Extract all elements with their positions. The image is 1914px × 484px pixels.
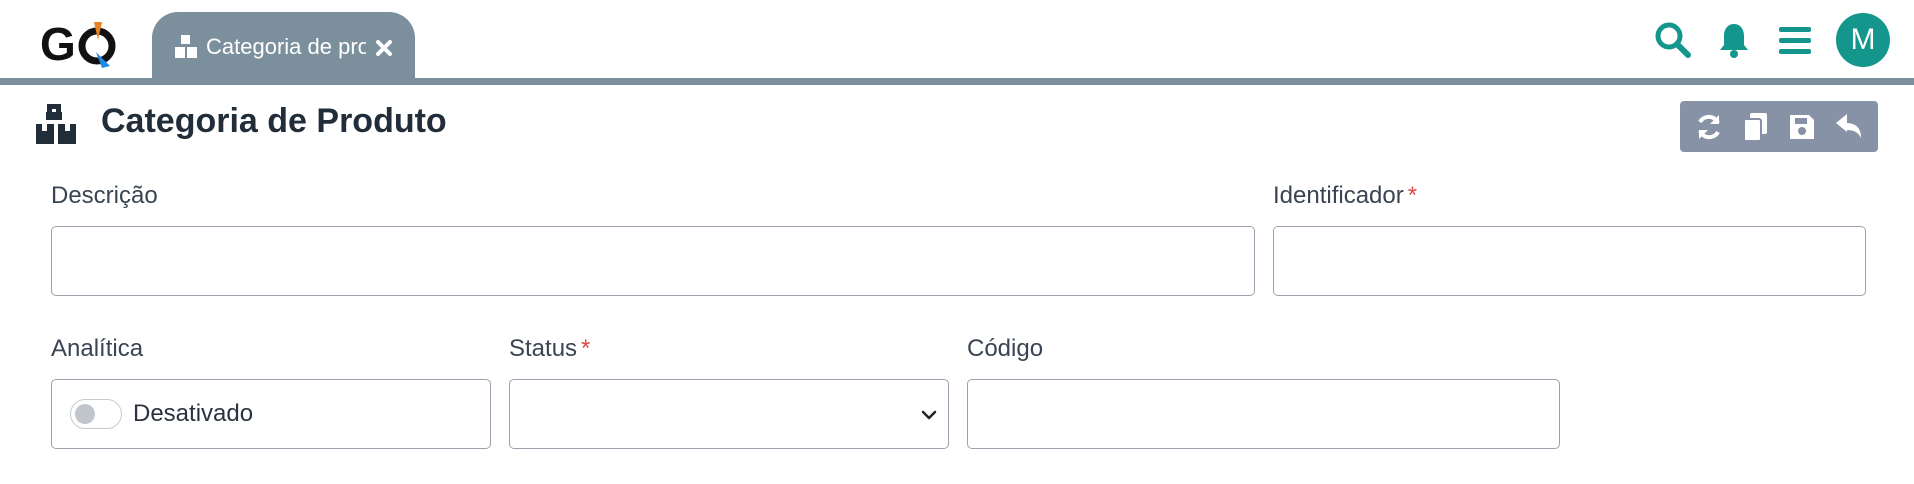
boxes-icon [36,104,78,144]
status-label: Status * [509,335,591,362]
page-title: Categoria de Produto [101,102,447,140]
search-icon[interactable] [1653,20,1693,60]
analitica-field: Desativado [51,379,491,449]
close-icon[interactable] [372,36,396,60]
undo-icon[interactable] [1829,107,1869,147]
svg-text:G: G [40,18,76,70]
top-bar: G Categoria de produto M [0,0,1914,82]
descricao-field[interactable] [51,226,1255,296]
go-logo[interactable]: G [40,16,130,72]
required-mark: * [1407,182,1418,209]
identificador-field[interactable] [1273,226,1866,296]
identificador-label: Identificador * [1273,182,1418,209]
menu-icon[interactable] [1775,20,1815,60]
tab-categoria-produto[interactable]: Categoria de produto [152,12,415,82]
analitica-toggle[interactable] [70,399,122,429]
codigo-input[interactable] [968,380,1559,448]
refresh-icon[interactable] [1689,107,1729,147]
codigo-label: Código [967,335,1044,362]
avatar[interactable]: M [1836,13,1890,67]
analitica-toggle-label: Desativado [133,400,254,427]
analitica-label: Analítica [51,335,144,362]
descricao-label: Descrição [51,182,158,209]
boxes-icon [174,34,200,60]
codigo-field[interactable] [967,379,1560,449]
chevron-down-icon [920,406,938,424]
status-select[interactable] [509,379,949,449]
copy-icon[interactable] [1736,107,1776,147]
bell-icon[interactable] [1714,20,1754,60]
save-icon[interactable] [1782,107,1822,147]
form-toolbar [1680,101,1878,152]
tab-bar-underline [0,78,1914,85]
required-mark: * [581,335,591,362]
tab-label: Categoria de produto [206,34,366,59]
toggle-knob [75,404,95,424]
identificador-input[interactable] [1274,227,1865,295]
descricao-input[interactable] [52,227,1254,295]
